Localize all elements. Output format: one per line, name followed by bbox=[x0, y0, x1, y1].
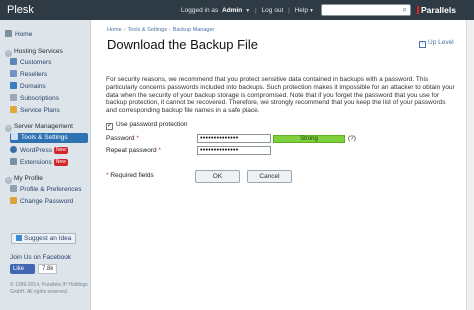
new-badge: New bbox=[54, 147, 69, 154]
sidebar-item-profile-preferences[interactable]: Profile & Preferences bbox=[10, 185, 88, 195]
collapse-icon[interactable]: − bbox=[5, 125, 12, 132]
wordpress-icon bbox=[10, 146, 17, 153]
sidebar-item-label: Tools & Settings bbox=[21, 134, 68, 141]
chevron-down-icon[interactable]: ▼ bbox=[309, 8, 314, 14]
divider: | bbox=[288, 7, 290, 14]
use-password-row: ✓ Use password protection bbox=[106, 121, 188, 130]
chevron-down-icon[interactable]: ▼ bbox=[245, 8, 250, 14]
sidebar-item-wordpress[interactable]: WordPress New bbox=[10, 146, 88, 156]
up-level-link[interactable]: ↑ Up Level bbox=[419, 39, 454, 48]
required-fields-note: * Required fields bbox=[106, 172, 154, 179]
sidebar-item-label: Customers bbox=[20, 59, 52, 66]
repeat-password-label-text: Repeat password bbox=[106, 147, 157, 154]
main-content: Home › Tools & Settings › Backup Manager Dow… bbox=[92, 20, 474, 310]
required-asterisk: * bbox=[136, 135, 139, 142]
logout-link[interactable]: Log out bbox=[262, 7, 284, 14]
sidebar-item-label: WordPress bbox=[20, 147, 53, 154]
home-icon bbox=[5, 30, 12, 37]
logged-in-label: Logged in as bbox=[181, 7, 219, 14]
breadcrumb-home[interactable]: Home bbox=[107, 27, 122, 33]
tools-icon bbox=[11, 133, 18, 140]
user-menu[interactable]: Admin bbox=[222, 7, 242, 14]
sidebar-item-service-plans[interactable]: Service Plans bbox=[10, 106, 88, 116]
required-note-text: Required fields bbox=[110, 172, 154, 179]
required-asterisk: * bbox=[106, 172, 109, 179]
collapse-icon[interactable]: − bbox=[5, 50, 12, 57]
sidebar-item-change-password[interactable]: Change Password bbox=[10, 197, 88, 207]
password-field[interactable]: •••••••••••••• bbox=[197, 134, 271, 143]
section-my-profile[interactable]: − My Profile bbox=[5, 175, 43, 184]
like-button[interactable]: Like bbox=[10, 264, 35, 274]
section-server-management[interactable]: − Server Management bbox=[5, 123, 73, 132]
password-strength-indicator: Strong bbox=[273, 135, 345, 143]
help-hint-icon[interactable]: (?) bbox=[348, 135, 356, 142]
section-label: My Profile bbox=[14, 175, 43, 182]
extensions-icon bbox=[10, 158, 17, 165]
sidebar-item-label: Service Plans bbox=[20, 107, 60, 114]
breadcrumb: Home › Tools & Settings › Backup Manager bbox=[107, 27, 214, 33]
sidebar-item-label: Home bbox=[15, 31, 33, 38]
section-label: Server Management bbox=[14, 123, 73, 130]
sidebar-item-label: Extensions bbox=[20, 159, 52, 166]
sidebar-item-label: Subscriptions bbox=[20, 95, 60, 102]
vendor-name: Parallels bbox=[421, 5, 456, 15]
ok-button[interactable]: OK bbox=[195, 170, 240, 183]
parallels-logo: Parallels bbox=[417, 5, 456, 15]
page-title: Download the Backup File bbox=[107, 37, 259, 52]
resellers-icon bbox=[10, 70, 17, 77]
cancel-button[interactable]: Cancel bbox=[247, 170, 292, 183]
breadcrumb-backup-manager[interactable]: Backup Manager bbox=[173, 27, 215, 33]
section-hosting-services[interactable]: − Hosting Services bbox=[5, 48, 63, 57]
sidebar-item-extensions[interactable]: Extensions New bbox=[10, 158, 88, 168]
arrow-up-icon: ↑ bbox=[419, 41, 426, 48]
brand-logo[interactable]: Plesk bbox=[7, 4, 34, 16]
globe-icon bbox=[10, 82, 17, 89]
breadcrumb-tools-settings[interactable]: Tools & Settings bbox=[128, 27, 167, 33]
user-info: Logged in as Admin ▼ | Log out | Help▼ bbox=[181, 7, 314, 14]
use-password-checkbox[interactable]: ✓ bbox=[106, 123, 113, 130]
sidebar-item-home[interactable]: Home bbox=[5, 30, 83, 40]
sidebar: Home − Hosting Services Customers Reselle… bbox=[0, 20, 91, 310]
sidebar-item-domains[interactable]: Domains bbox=[10, 82, 88, 92]
like-count: 7.8k bbox=[38, 264, 58, 274]
copyright: © 1999-2014, Parallels IP Holdings GmbH.… bbox=[10, 282, 88, 295]
divider: | bbox=[255, 7, 257, 14]
description: For security reasons, we recommend that … bbox=[106, 76, 455, 115]
password-label-text: Password bbox=[106, 135, 135, 142]
vertical-scrollbar[interactable] bbox=[466, 20, 474, 310]
suggest-idea-button[interactable]: Suggest an Idea bbox=[11, 233, 77, 244]
search-icon[interactable]: ⌕ bbox=[403, 5, 407, 15]
facebook-label: Join Us on Facebook bbox=[10, 254, 72, 261]
help-menu[interactable]: Help bbox=[295, 7, 308, 14]
parallels-bars-icon bbox=[417, 6, 419, 14]
service-plans-icon bbox=[10, 106, 17, 113]
password-label: Password * bbox=[106, 135, 139, 142]
sidebar-item-resellers[interactable]: Resellers bbox=[10, 70, 88, 80]
sidebar-item-label: Profile & Preferences bbox=[20, 186, 82, 193]
repeat-password-label: Repeat password * bbox=[106, 147, 161, 154]
sidebar-item-customers[interactable]: Customers bbox=[10, 58, 88, 68]
key-icon bbox=[10, 197, 17, 204]
suggest-label: Suggest an Idea bbox=[24, 235, 72, 242]
sidebar-item-label: Resellers bbox=[20, 71, 48, 78]
lightbulb-icon bbox=[16, 235, 22, 241]
profile-icon bbox=[10, 185, 17, 192]
customers-icon bbox=[10, 58, 17, 65]
repeat-password-field[interactable]: •••••••••••••• bbox=[197, 146, 271, 155]
sidebar-item-label: Change Password bbox=[20, 198, 74, 205]
chevron-right-icon: › bbox=[168, 27, 171, 33]
subscriptions-icon bbox=[10, 94, 17, 101]
search-input[interactable]: ⌕ bbox=[321, 4, 411, 16]
top-bar: Plesk Logged in as Admin ▼ | Log out | He… bbox=[0, 0, 474, 20]
collapse-icon[interactable]: − bbox=[5, 177, 12, 184]
sidebar-item-tools-settings[interactable]: Tools & Settings bbox=[10, 133, 88, 143]
new-badge: New bbox=[53, 159, 68, 166]
chevron-right-icon: › bbox=[123, 27, 126, 33]
sidebar-item-label: Domains bbox=[20, 83, 46, 90]
section-label: Hosting Services bbox=[14, 48, 63, 55]
use-password-label: Use password protection bbox=[116, 121, 188, 128]
required-asterisk: * bbox=[158, 147, 161, 154]
up-level-label: Up Level bbox=[428, 39, 454, 46]
sidebar-item-subscriptions[interactable]: Subscriptions bbox=[10, 94, 88, 104]
